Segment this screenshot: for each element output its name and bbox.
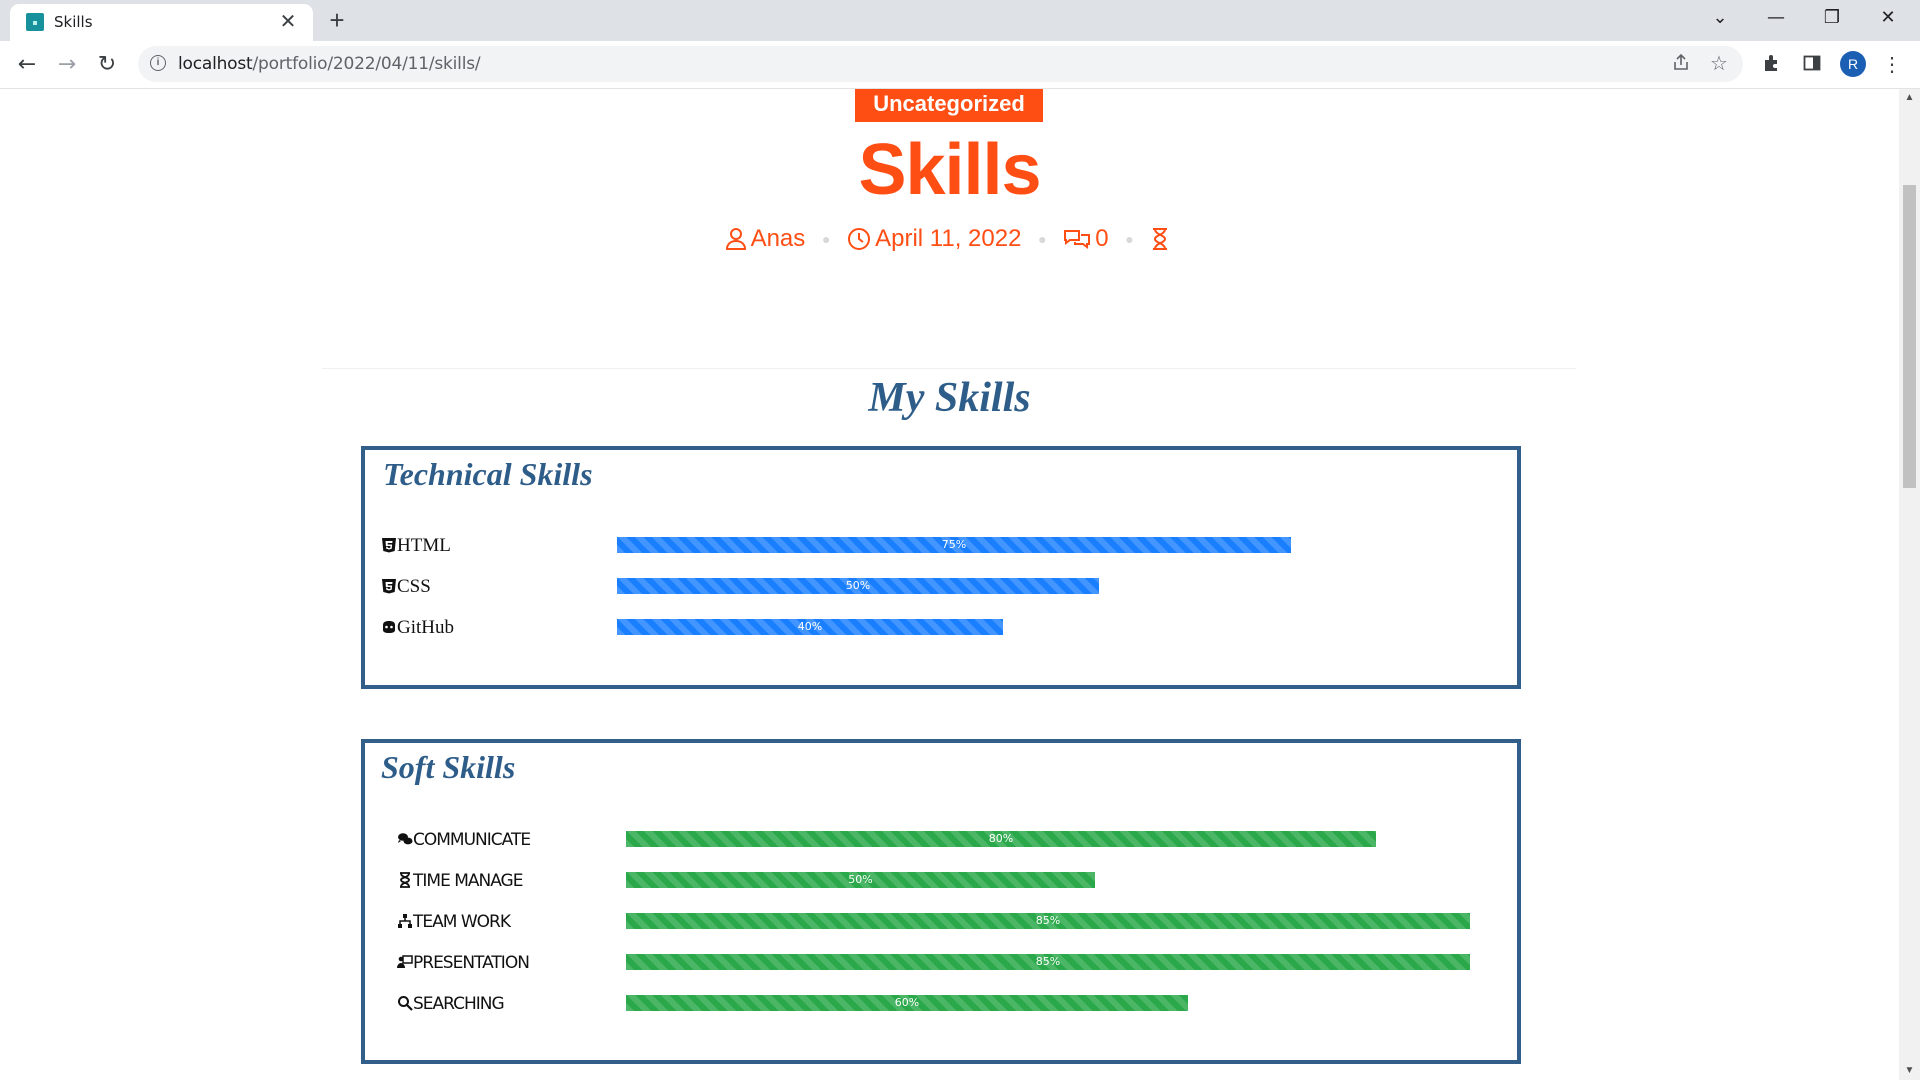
bookmark-star-icon[interactable]: ☆ (1708, 53, 1730, 75)
page-scrollbar[interactable]: ▲ ▼ (1899, 89, 1920, 1080)
section-title: My Skills (868, 375, 1031, 421)
skill-name: Team Work (413, 912, 511, 932)
skill-label: Searching (397, 993, 505, 1015)
browser-toolbar: ← → ↻ i localhost/portfolio/2022/04/11/s… (0, 41, 1920, 89)
skill-progress-bar: 80% (626, 831, 1376, 847)
site-info-icon[interactable]: i (150, 55, 166, 71)
skill-label: GitHub (381, 617, 454, 639)
url-path: /portfolio/2022/04/11/skills/ (252, 54, 481, 74)
skill-progress-bar: 40% (617, 619, 1003, 635)
skill-label: Team Work (397, 911, 511, 933)
skill-label: CSS (381, 576, 431, 598)
reload-button[interactable]: ↻ (92, 50, 122, 80)
skill-name: GitHub (397, 617, 454, 638)
clock-icon (848, 228, 871, 251)
author-meta[interactable]: Anas (725, 224, 806, 254)
comments-icon (1064, 230, 1091, 250)
scroll-up-arrow-icon[interactable]: ▲ (1899, 89, 1920, 107)
comments-icon (398, 833, 413, 845)
user-icon (725, 228, 746, 251)
address-bar[interactable]: i localhost/portfolio/2022/04/11/skills/… (138, 46, 1743, 82)
restore-button[interactable]: ❐ (1804, 0, 1860, 36)
meta-separator: ● (1125, 230, 1134, 247)
hourglass-icon (1153, 228, 1168, 251)
css3-icon (382, 579, 396, 594)
skill-name: HTML (397, 535, 451, 556)
post-date: April 11, 2022 (875, 224, 1022, 252)
skill-progress-bar: 50% (626, 872, 1095, 888)
soft-skills-title: Soft Skills (381, 749, 516, 785)
url-host: localhost (178, 54, 253, 74)
category-badge[interactable]: Uncategorized (855, 89, 1043, 122)
skill-label: Communicate (397, 829, 531, 851)
search-icon (398, 996, 413, 1011)
scroll-down-arrow-icon[interactable]: ▼ (1899, 1062, 1920, 1080)
skill-name: Time Manage (413, 871, 523, 891)
soft-skills-box: Soft Skills Communicate 80% Time Manage … (361, 739, 1521, 1064)
share-icon[interactable] (1670, 53, 1692, 75)
content-divider (322, 368, 1576, 369)
hourglass-icon (400, 872, 410, 888)
comment-count: 0 (1095, 224, 1109, 252)
skill-name: Searching (413, 994, 505, 1014)
skill-progress-bar: 60% (626, 995, 1188, 1011)
technical-skills-box: Technical Skills HTML 75% CSS 50% GitHub… (361, 446, 1521, 689)
skill-progress-bar: 75% (617, 537, 1291, 553)
author-name: Anas (750, 224, 806, 252)
skill-progress-bar: 50% (617, 578, 1099, 594)
new-tab-button[interactable]: + (323, 6, 351, 34)
tab-search-icon[interactable]: ⌄ (1692, 0, 1748, 36)
browser-tab[interactable]: Skills ✕ (10, 4, 313, 41)
skill-label: Presentation (397, 952, 530, 974)
skill-progress-bar: 85% (626, 954, 1470, 970)
side-panel-icon[interactable] (1800, 53, 1824, 77)
post-title: Skills (858, 130, 1041, 210)
sitemap-icon (398, 914, 412, 928)
github-icon (383, 621, 395, 633)
skill-label: Time Manage (397, 870, 523, 892)
profile-avatar[interactable]: R (1840, 51, 1866, 77)
minimize-button[interactable]: — (1748, 0, 1804, 36)
meta-separator: ● (1038, 230, 1047, 247)
comments-meta[interactable]: 0 (1063, 224, 1109, 254)
post-meta: Anas ● April 11, 2022 ● 0 ● (0, 223, 1899, 254)
back-button[interactable]: ← (12, 50, 42, 80)
meta-separator: ● (821, 230, 831, 247)
html5-icon (382, 538, 396, 553)
window-close-button[interactable]: ✕ (1860, 0, 1916, 36)
presentation-icon (397, 955, 413, 968)
skill-label: HTML (381, 535, 451, 557)
page-content: Uncategorized Skills Anas ● April 11, 20… (0, 89, 1899, 1080)
extensions-icon[interactable] (1760, 53, 1784, 77)
tab-title: Skills (54, 13, 93, 31)
skill-progress-bar: 85% (626, 913, 1470, 929)
skill-name: Communicate (413, 830, 531, 850)
scrollbar-thumb[interactable] (1903, 185, 1916, 488)
technical-skills-title: Technical Skills (383, 456, 593, 492)
tab-close-icon[interactable]: ✕ (275, 9, 301, 35)
menu-kebab-icon[interactable]: ⋮ (1880, 53, 1904, 77)
url-text[interactable]: localhost/portfolio/2022/04/11/skills/ (178, 54, 481, 74)
tab-strip: Skills ✕ + ⌄ — ❐ ✕ (0, 0, 1920, 41)
skill-name: CSS (397, 576, 431, 597)
forward-button[interactable]: → (52, 50, 82, 80)
reading-time-meta (1150, 224, 1174, 254)
date-meta[interactable]: April 11, 2022 (847, 224, 1021, 254)
site-favicon-icon (26, 13, 44, 31)
skill-name: Presentation (413, 953, 530, 973)
